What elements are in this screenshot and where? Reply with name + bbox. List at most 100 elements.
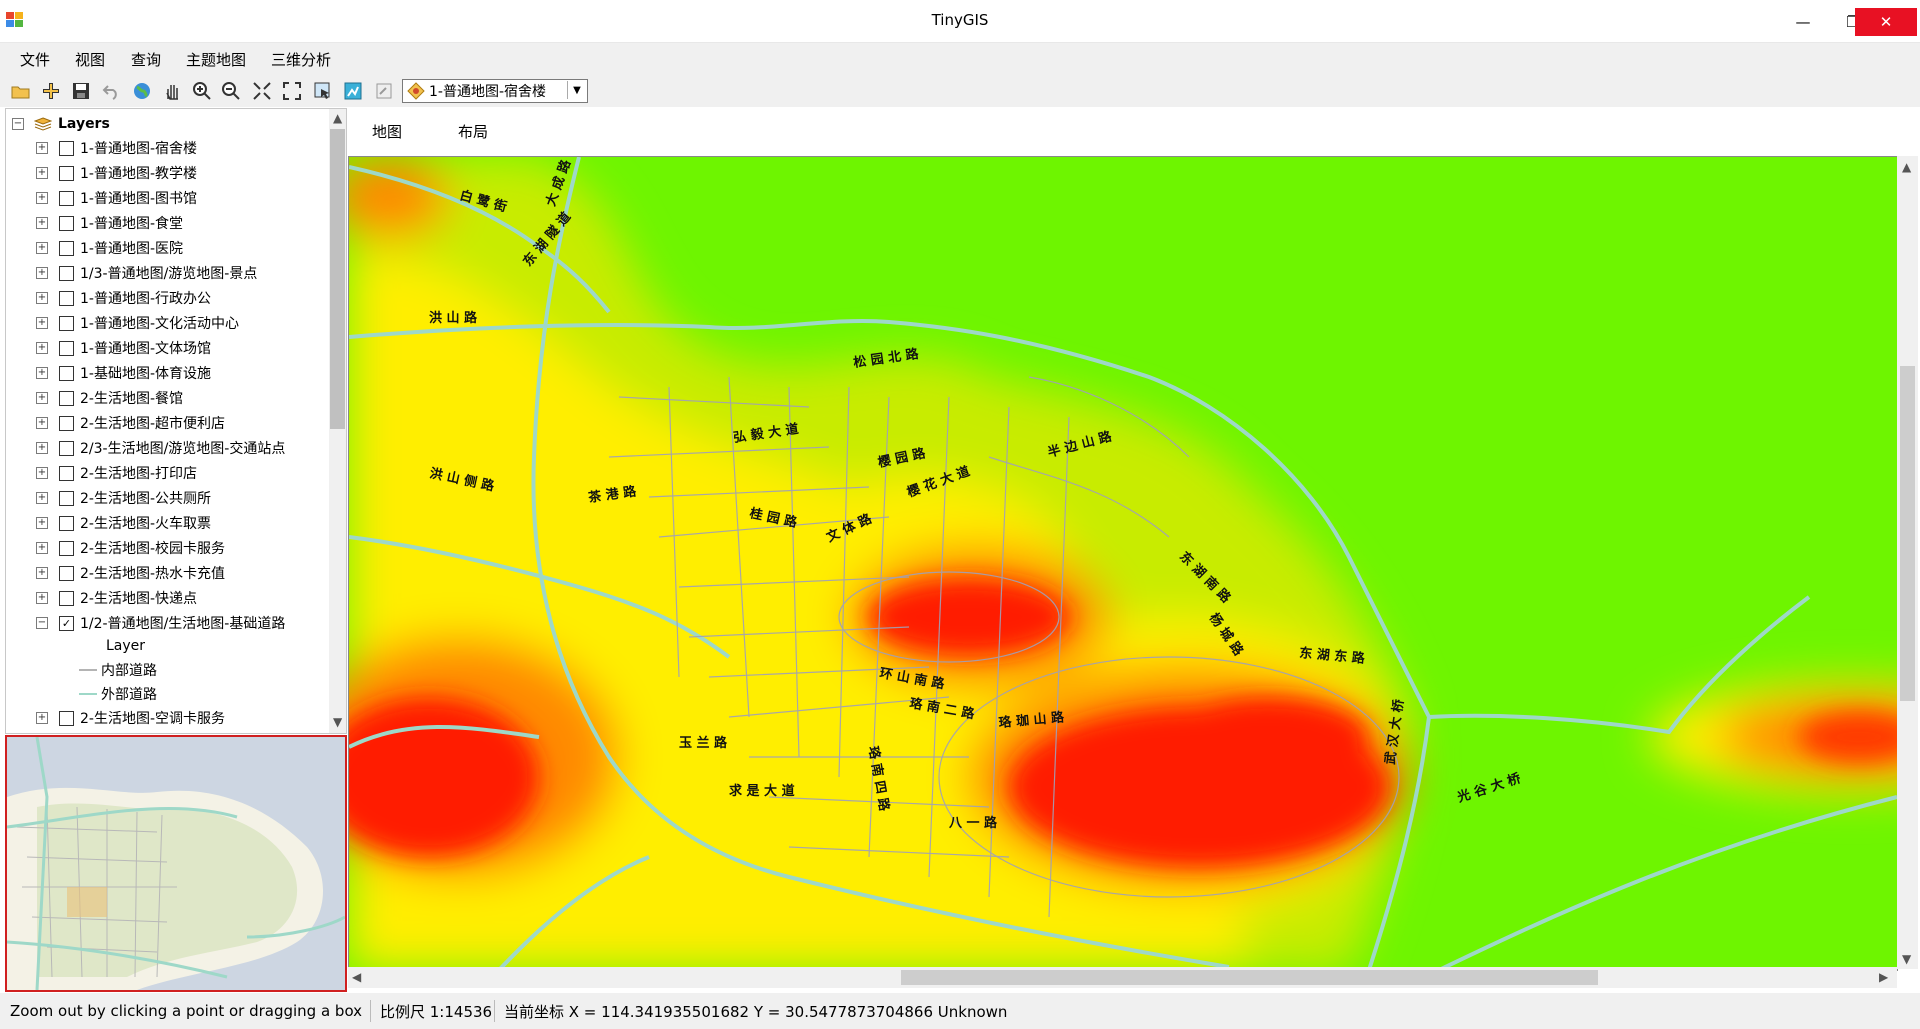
layer-checkbox[interactable] [59,591,74,606]
layer-checkbox[interactable] [59,441,74,456]
expand-icon[interactable]: + [36,142,48,154]
expand-icon[interactable]: + [36,542,48,554]
map-canvas[interactable]: 白 鹭 街 大 成 路 东 湖 隧 道 洪 山 路 洪 山 侧 路 茶 港 路 … [348,156,1898,971]
collapse-icon[interactable]: − [36,617,48,629]
layer-checkbox[interactable] [59,216,74,231]
menu-3d-analysis[interactable]: 三维分析 [271,49,331,70]
expand-icon[interactable]: + [36,567,48,579]
layer-checkbox[interactable] [59,166,74,181]
layer-checkbox[interactable] [59,266,74,281]
tree-scrollbar[interactable]: ▲ ▼ [329,109,346,733]
zoom-in-icon[interactable] [190,79,214,103]
open-folder-icon[interactable] [9,79,33,103]
expand-icon[interactable]: + [36,367,48,379]
expand-icon[interactable]: + [36,442,48,454]
expand-icon[interactable]: + [36,517,48,529]
layer-checkbox[interactable]: ✓ [59,616,74,631]
layer-select[interactable]: 1-普通地图-宿舍楼 ▼ [402,79,588,103]
layer-item[interactable]: +2-生活地图-餐馆 [36,386,183,410]
layer-item[interactable]: +1-普通地图-图书馆 [36,186,197,210]
layer-item[interactable]: +2-生活地图-超市便利店 [36,411,225,435]
layer-item[interactable]: +2/3-生活地图/游览地图-交通站点 [36,436,285,460]
layer-checkbox[interactable] [59,341,74,356]
pan-hand-icon[interactable] [160,79,184,103]
layer-checkbox[interactable] [59,566,74,581]
scroll-up-icon[interactable]: ▲ [333,111,342,125]
expand-icon[interactable]: + [36,712,48,724]
layer-checkbox[interactable] [59,366,74,381]
overview-map[interactable] [5,735,347,992]
minimize-button[interactable]: — [1778,8,1828,36]
layer-checkbox[interactable] [59,141,74,156]
expand-icon[interactable]: + [36,417,48,429]
tree-scroll-thumb[interactable] [330,129,345,429]
menu-view[interactable]: 视图 [75,49,105,70]
chevron-down-icon[interactable]: ▼ [567,81,586,99]
menu-query[interactable]: 查询 [131,49,161,70]
edit-icon[interactable] [372,79,396,103]
collapse-icon[interactable]: − [12,118,24,130]
tab-layout[interactable]: 布局 [458,121,488,142]
heatmap-svg[interactable]: 白 鹭 街 大 成 路 东 湖 隧 道 洪 山 路 洪 山 侧 路 茶 港 路 … [349,157,1897,970]
expand-icon[interactable]: + [36,292,48,304]
vertical-scroll-thumb[interactable] [1900,366,1915,701]
expand-icon[interactable]: + [36,192,48,204]
layer-checkbox[interactable] [59,516,74,531]
layer-checkbox[interactable] [59,191,74,206]
layer-checkbox[interactable] [59,316,74,331]
layer-checkbox[interactable] [59,241,74,256]
layer-item[interactable]: +2-生活地图-火车取票 [36,511,211,535]
layer-item[interactable]: +1-普通地图-教学楼 [36,161,197,185]
fixed-zoom-icon[interactable] [280,79,304,103]
layer-item[interactable]: +1-普通地图-宿舍楼 [36,136,197,160]
globe-icon[interactable] [130,79,154,103]
full-extent-icon[interactable] [250,79,274,103]
expand-icon[interactable]: + [36,167,48,179]
layer-checkbox[interactable] [59,391,74,406]
layer-checkbox[interactable] [59,416,74,431]
expand-icon[interactable]: + [36,342,48,354]
select-features-icon[interactable] [311,79,335,103]
layer-checkbox[interactable] [59,711,74,726]
scroll-right-icon[interactable]: ▶ [1879,970,1888,984]
layer-item[interactable]: +1/3-普通地图/游览地图-景点 [36,261,257,285]
layer-item[interactable]: +2-生活地图-快递点 [36,586,197,610]
scroll-down-icon[interactable]: ▼ [1902,952,1911,966]
layer-checkbox[interactable] [59,291,74,306]
expand-icon[interactable]: + [36,217,48,229]
scroll-down-icon[interactable]: ▼ [333,715,342,729]
scroll-up-icon[interactable]: ▲ [1902,160,1911,174]
tree-root[interactable]: − Layers [12,112,110,136]
layer-checkbox[interactable] [59,466,74,481]
layer-item[interactable]: +1-普通地图-文体场馆 [36,336,211,360]
layer-item[interactable]: +1-普通地图-文化活动中心 [36,311,239,335]
expand-icon[interactable]: + [36,467,48,479]
layer-item[interactable]: +1-基础地图-体育设施 [36,361,211,385]
save-icon[interactable] [69,79,93,103]
close-button[interactable]: ✕ [1855,8,1917,36]
layer-checkbox[interactable] [59,491,74,506]
map-vertical-scrollbar[interactable]: ▲ ▼ [1897,156,1918,969]
map-horizontal-scrollbar[interactable]: ◀ ▶ [348,967,1897,988]
add-data-icon[interactable] [39,79,63,103]
expand-icon[interactable]: + [36,242,48,254]
layer-item[interactable]: +2-生活地图-热水卡充值 [36,561,225,585]
expand-icon[interactable]: + [36,267,48,279]
layer-item[interactable]: +1-普通地图-行政办公 [36,286,211,310]
tab-map[interactable]: 地图 [372,121,402,142]
expand-icon[interactable]: + [36,492,48,504]
layer-item[interactable]: + 2-生活地图-空调卡服务 [36,706,225,730]
layer-item[interactable]: +2-生活地图-公共厕所 [36,486,211,510]
identify-icon[interactable] [341,79,365,103]
zoom-out-icon[interactable] [219,79,243,103]
layer-item[interactable]: − ✓ 1/2-普通地图/生活地图-基础道路 [36,611,285,635]
layer-checkbox[interactable] [59,541,74,556]
scroll-left-icon[interactable]: ◀ [352,970,361,984]
horizontal-scroll-thumb[interactable] [901,970,1598,985]
layer-item[interactable]: +2-生活地图-打印店 [36,461,197,485]
expand-icon[interactable]: + [36,592,48,604]
menu-file[interactable]: 文件 [20,49,50,70]
layer-item[interactable]: +2-生活地图-校园卡服务 [36,536,225,560]
undo-icon[interactable] [99,79,123,103]
menu-thematic-map[interactable]: 主题地图 [186,49,246,70]
